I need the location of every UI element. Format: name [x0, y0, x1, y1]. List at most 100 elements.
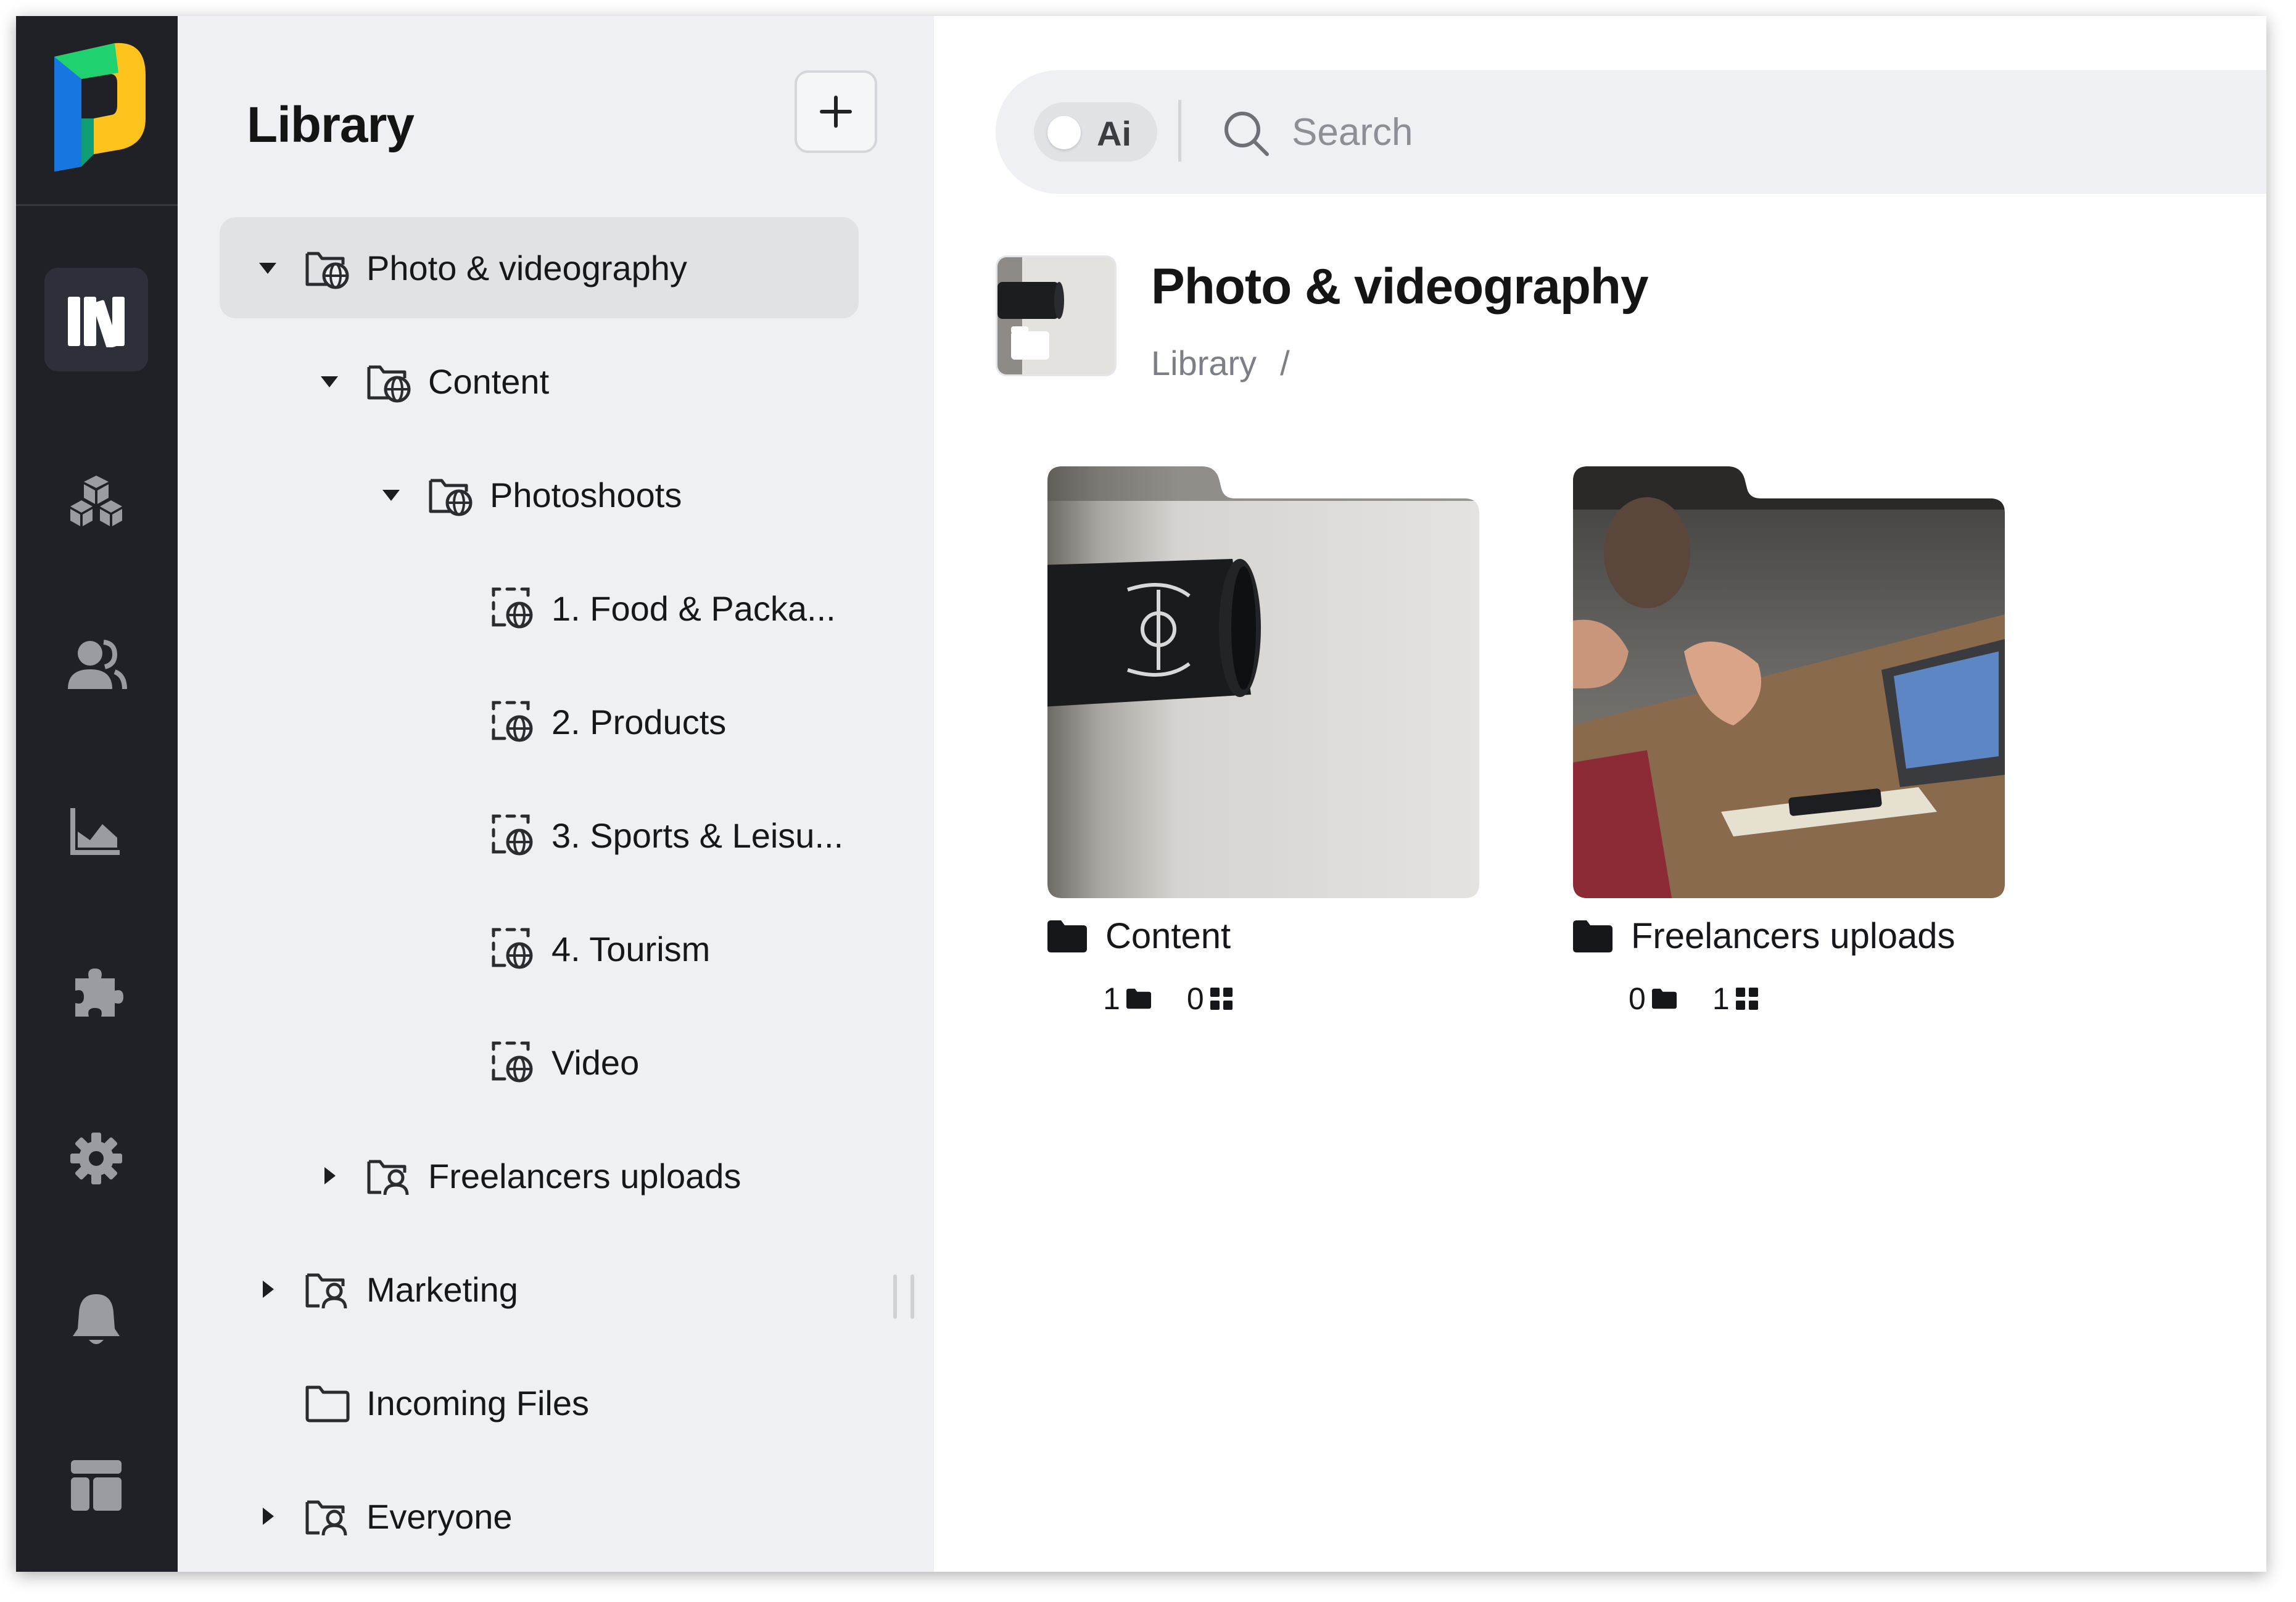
caret-down-icon[interactable]	[255, 255, 280, 280]
tree-item-incoming-files[interactable]: Incoming Files	[220, 1352, 859, 1453]
rail-settings-button[interactable]	[44, 1107, 148, 1210]
tree-item-freelancers-uploads[interactable]: Freelancers uploads	[220, 1125, 859, 1226]
bell-icon	[73, 1294, 120, 1344]
asset-count: 1	[1712, 981, 1730, 1016]
subfolder-count: 0	[1629, 981, 1646, 1016]
tree-item-label: Marketing	[366, 1270, 518, 1309]
grid-icon	[1735, 988, 1758, 1010]
shared-collection-icon	[490, 927, 537, 970]
caret-right-icon[interactable]	[255, 1277, 280, 1302]
rail-layout-button[interactable]	[44, 1434, 148, 1537]
tree-item-label: Photoshoots	[490, 475, 682, 514]
caret-right-icon[interactable]	[255, 1504, 280, 1529]
shared-folder-icon	[305, 246, 352, 289]
user-folder-icon	[305, 1268, 352, 1311]
caret-down-icon[interactable]	[317, 369, 342, 394]
folder-card-label: Content	[1105, 916, 1231, 956]
library-books-icon	[68, 297, 125, 347]
tree-item-1-food-packa[interactable]: 1. Food & Packa...	[220, 558, 859, 659]
tree-item-label: Freelancers uploads	[428, 1156, 741, 1195]
shared-collection-icon	[490, 587, 537, 630]
rail-modules-button[interactable]	[44, 449, 148, 553]
tree-item-label: Everyone	[366, 1497, 513, 1536]
subfolder-count: 1	[1103, 981, 1120, 1016]
search-input[interactable]	[1292, 95, 1847, 169]
tree-item-label: 3. Sports & Leisu...	[551, 815, 844, 855]
breadcrumb-library-link[interactable]: Library	[1151, 343, 1257, 383]
folder-filled-icon	[1126, 988, 1151, 1009]
folder-card-name: Freelancers uploads	[1573, 915, 1955, 957]
tree-item-label: 2. Products	[551, 702, 727, 741]
tree-item-label: Content	[428, 361, 550, 401]
tree-item-label: 4. Tourism	[551, 929, 711, 968]
folder-filled-icon	[1651, 988, 1677, 1009]
panel-resize-handle[interactable]	[893, 1274, 914, 1319]
plus-icon	[820, 96, 852, 128]
grid-icon	[1210, 988, 1233, 1010]
asset-count: 0	[1186, 981, 1204, 1016]
layout-icon	[71, 1460, 122, 1511]
toggle-knob	[1047, 116, 1081, 149]
icon-rail	[16, 16, 178, 1572]
tree-item-everyone[interactable]: Everyone	[220, 1466, 859, 1567]
rail-users-button[interactable]	[44, 613, 148, 717]
gear-icon	[70, 1133, 122, 1184]
breadcrumb-separator: /	[1280, 344, 1290, 382]
tree-item-photo-videography[interactable]: Photo & videography	[220, 217, 859, 318]
folder-card-thumbnail	[1573, 466, 2005, 898]
page-title: Photo & videography	[1151, 258, 1649, 315]
rail-library-button[interactable]	[44, 268, 148, 371]
shared-folder-icon	[366, 360, 413, 403]
library-title: Library	[247, 97, 415, 153]
folder-card-thumbnail	[1047, 466, 1479, 898]
users-icon	[68, 640, 127, 690]
tree-item-label: Video	[551, 1043, 640, 1082]
search-bar: Ai	[996, 70, 2266, 194]
rail-header	[16, 16, 178, 206]
tree-item-label: Photo & videography	[366, 248, 687, 287]
main-content: Ai Photo & videography Library /	[934, 16, 2266, 1572]
tree-item-photoshoots[interactable]: Photoshoots	[220, 444, 859, 545]
folder-card-freelancers[interactable]: Freelancers uploads 0 1	[1573, 466, 2005, 1016]
ai-toggle-label: Ai	[1097, 114, 1131, 153]
rail-integrations-button[interactable]	[44, 940, 148, 1044]
folder-card-name: Content	[1047, 915, 1231, 957]
user-folder-icon	[305, 1495, 352, 1538]
tree-item-label: Incoming Files	[366, 1383, 590, 1422]
shared-folder-icon	[428, 473, 475, 516]
rail-analytics-button[interactable]	[44, 778, 148, 882]
tree-item-2-products[interactable]: 2. Products	[220, 671, 859, 772]
search-icon	[1224, 112, 1269, 156]
tree-item-marketing[interactable]: Marketing	[220, 1239, 859, 1340]
shared-collection-icon	[490, 700, 537, 743]
folder-outline-icon	[305, 1381, 352, 1424]
folder-filled-icon	[1573, 920, 1613, 952]
library-tree-panel: Library Photo & videography Content Photos…	[178, 16, 934, 1572]
area-chart-icon	[70, 808, 120, 855]
shared-collection-icon	[490, 1041, 537, 1084]
caret-right-icon[interactable]	[317, 1163, 342, 1188]
tree-item-video[interactable]: Video	[220, 1012, 859, 1113]
rail-notifications-button[interactable]	[44, 1268, 148, 1372]
add-folder-button[interactable]	[795, 70, 877, 153]
folder-card-counts: 1 0	[1103, 981, 1268, 1017]
tree-item-4-tourism[interactable]: 4. Tourism	[220, 898, 859, 999]
user-folder-icon	[366, 1154, 413, 1197]
tree-item-content[interactable]: Content	[220, 331, 859, 432]
caret-down-icon[interactable]	[379, 482, 403, 507]
folder-filled-icon	[1047, 920, 1087, 952]
puzzle-icon	[75, 968, 123, 1017]
tree-item-3-sports-leisu[interactable]: 3. Sports & Leisu...	[220, 785, 859, 886]
folder-thumbnail	[996, 255, 1117, 376]
folder-card-label: Freelancers uploads	[1631, 916, 1955, 956]
ai-search-toggle[interactable]: Ai	[1034, 102, 1157, 162]
breadcrumb: Library /	[1151, 343, 1290, 383]
app-logo-icon[interactable]	[42, 32, 152, 177]
shared-collection-icon	[490, 814, 537, 857]
tree-item-label: 1. Food & Packa...	[551, 588, 836, 628]
app-window: Library Photo & videography Content Photos…	[16, 16, 2266, 1572]
search-divider	[1178, 100, 1181, 162]
folder-card-content[interactable]: Content 1 0	[1047, 466, 1479, 1016]
folder-card-counts: 0 1	[1629, 981, 1794, 1017]
cubes-icon	[70, 476, 122, 526]
